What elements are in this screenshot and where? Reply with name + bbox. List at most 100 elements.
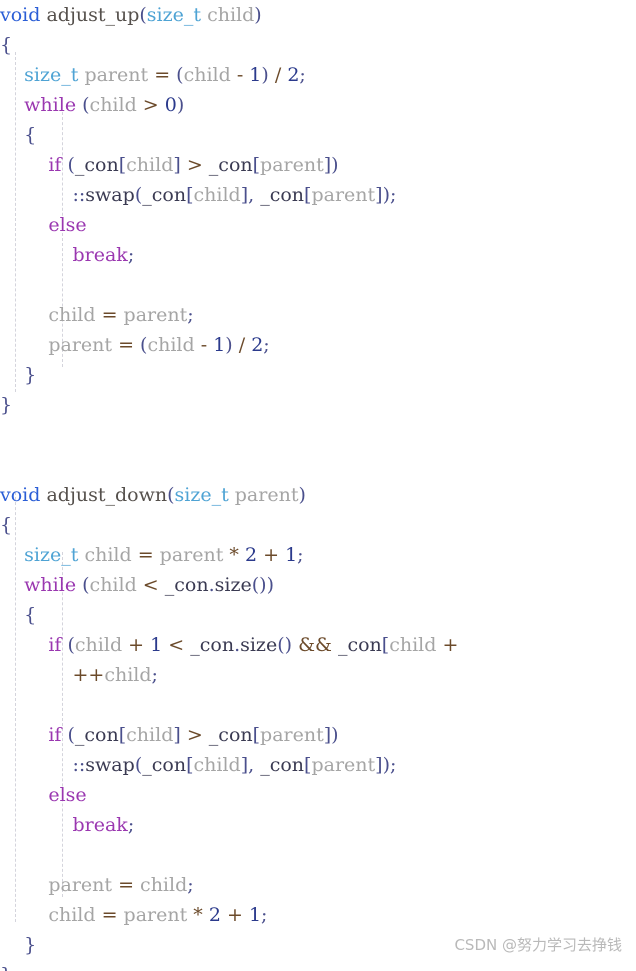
code-token: (	[67, 724, 75, 746]
code-token: _con	[260, 184, 305, 206]
code-token: ]	[240, 754, 249, 776]
code-token: adjust_up	[46, 4, 140, 26]
code-token: (	[139, 4, 147, 26]
code-token: child	[89, 94, 137, 116]
code-token: size	[240, 634, 278, 656]
code-token: ,	[248, 754, 261, 776]
code-token: 0	[164, 94, 177, 116]
code-token: ;	[187, 874, 194, 896]
code-token: }	[24, 364, 37, 386]
code-token: _con	[164, 574, 209, 596]
code-token: =	[118, 874, 134, 896]
code-token: ::	[72, 184, 86, 206]
code-token: =	[101, 904, 118, 926]
code-token: <	[168, 634, 185, 656]
code-token: >	[186, 724, 203, 746]
code-token: child	[140, 874, 188, 896]
code-token: {	[0, 514, 13, 536]
code-viewer[interactable]: void adjust_up(size_t child){ size_t par…	[0, 0, 636, 971]
code-token: size_t	[146, 4, 202, 26]
code-token: parent	[234, 484, 299, 506]
code-token: ;	[127, 814, 135, 836]
code-token: if	[48, 634, 62, 656]
code-token: ]	[173, 154, 181, 176]
code-token: child	[207, 4, 255, 26]
code-token: child	[389, 634, 437, 656]
code-token: child	[84, 544, 132, 566]
code-token: size	[214, 574, 252, 596]
code-line: }	[0, 930, 458, 960]
code-token: (	[82, 94, 90, 116]
code-token: child	[74, 634, 123, 656]
code-token: size_t	[174, 484, 229, 506]
code-line: break;	[0, 810, 458, 840]
code-token: child	[193, 184, 241, 206]
code-line: }	[0, 960, 458, 971]
code-line: {	[0, 120, 458, 150]
code-line: }	[0, 360, 458, 390]
code-token: parent	[48, 874, 113, 896]
code-token: ()	[277, 634, 293, 656]
code-line: child = parent * 2 + 1;	[0, 900, 458, 930]
code-line: ::swap(_con[child], _con[parent]);	[0, 180, 458, 210]
code-token: 2	[287, 64, 300, 86]
code-token: parent	[260, 154, 324, 176]
code-block[interactable]: void adjust_up(size_t child){ size_t par…	[0, 0, 458, 971]
csdn-watermark: CSDN @努力学习去挣钱	[454, 936, 622, 954]
code-line: parent = child;	[0, 870, 458, 900]
code-token: ;	[390, 184, 397, 206]
code-token: parent	[159, 544, 224, 566]
code-token: swap	[85, 184, 135, 206]
code-line: if (child + 1 < _con.size() && _con[chil…	[0, 630, 458, 660]
code-line: ::swap(_con[child], _con[parent]);	[0, 750, 458, 780]
code-token: )	[254, 4, 262, 26]
code-token: _con	[190, 634, 235, 656]
code-line: size_t child = parent * 2 + 1;	[0, 540, 458, 570]
code-token: ]	[240, 184, 249, 206]
code-line: }	[0, 390, 458, 420]
code-line: if (_con[child] > _con[parent])	[0, 720, 458, 750]
code-token: _con	[208, 154, 253, 176]
code-line: break;	[0, 240, 458, 270]
code-token: child	[89, 574, 137, 596]
code-line: while (child < _con.size())	[0, 570, 458, 600]
code-token: (	[176, 64, 184, 86]
code-token: ()	[251, 574, 267, 596]
code-token: ::	[72, 754, 86, 776]
code-token: )	[298, 484, 306, 506]
code-token: ,	[248, 184, 261, 206]
code-token: (	[167, 484, 175, 506]
code-token: child	[147, 334, 195, 356]
code-token: {	[0, 34, 13, 56]
code-token: parent	[123, 904, 188, 926]
code-token: _con	[74, 154, 119, 176]
code-token: _con	[74, 724, 119, 746]
code-token: (	[67, 634, 75, 656]
code-line: {	[0, 510, 458, 540]
code-token: (	[67, 154, 75, 176]
code-line: while (child > 0)	[0, 90, 458, 120]
code-token: parent	[260, 724, 324, 746]
code-token: >	[142, 94, 159, 116]
code-token: child	[183, 64, 231, 86]
code-token: swap	[85, 754, 135, 776]
code-token: 1	[248, 904, 262, 926]
code-token: parent	[123, 304, 188, 326]
code-token: 1	[285, 544, 298, 566]
code-token: >	[186, 154, 203, 176]
code-line: parent = (child - 1) / 2;	[0, 330, 458, 360]
